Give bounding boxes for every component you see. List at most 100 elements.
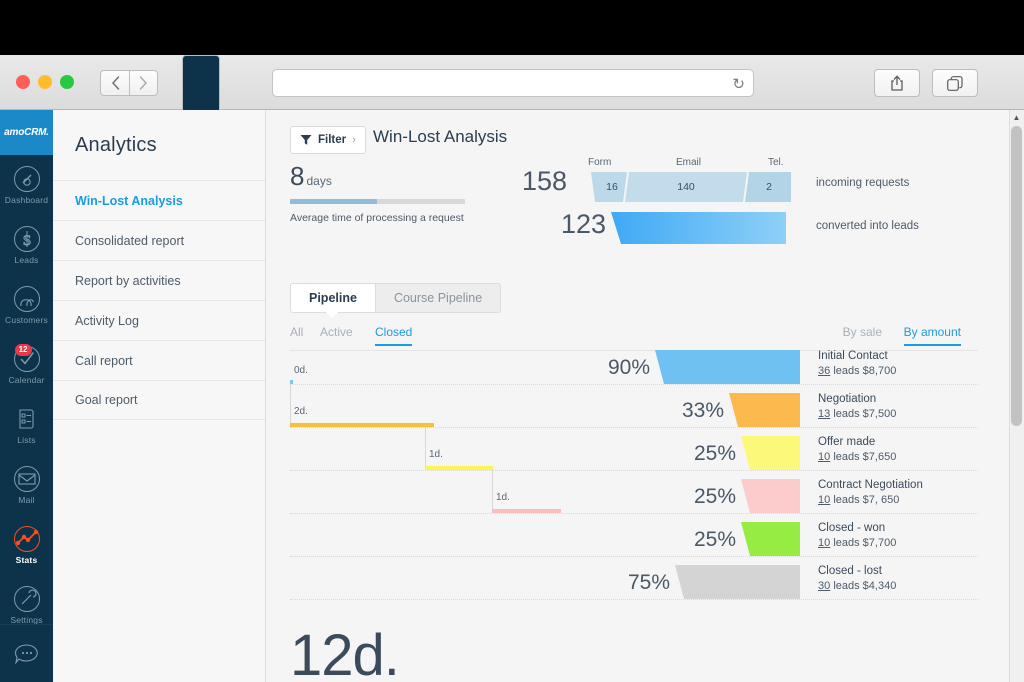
source-value-tel: 2 <box>766 181 772 193</box>
analytics-panel: Analytics Win-Lost Analysis Consolidated… <box>53 110 266 682</box>
stage-leads: 10 <box>818 451 831 463</box>
funnel-icon <box>300 135 312 145</box>
sidebar-item-label: Lists <box>17 434 36 445</box>
sidebar-item-label: Dashboard <box>4 194 49 205</box>
stage-name: Closed - won <box>818 522 886 534</box>
avg-processing-progress-fill <box>290 199 377 204</box>
stage-info: Offer made 10 leads $7,650 <box>818 436 896 463</box>
chat-button[interactable] <box>0 624 53 682</box>
chevron-right-icon <box>139 76 147 90</box>
filter-closed[interactable]: Closed <box>375 325 413 346</box>
app-sidebar: amoCRM. Dashboard S Leads Customers 12 C… <box>0 110 53 682</box>
share-button[interactable] <box>874 69 920 97</box>
leads-word: leads <box>833 365 860 377</box>
avg-processing-caption: Average time of processing a request <box>290 212 464 224</box>
sidebar-item-label: Settings <box>10 614 43 625</box>
stage-name: Offer made <box>818 436 876 448</box>
stage-name: Initial Contact <box>818 350 888 362</box>
page-content: amoCRM. Dashboard S Leads Customers 12 C… <box>0 110 1024 682</box>
incoming-requests-label: incoming requests <box>816 177 910 189</box>
sidebar-item-dashboard[interactable]: Dashboard <box>0 155 53 215</box>
page-title: Win-Lost Analysis <box>373 127 508 146</box>
sidebar-item-label: Calendar <box>8 374 45 385</box>
tab-course-pipeline[interactable]: Course Pipeline <box>375 283 502 313</box>
close-window-button[interactable] <box>16 75 30 89</box>
chart-icon <box>13 525 40 552</box>
stage-bar <box>675 565 800 599</box>
logo-text: amoCRM. <box>4 127 49 138</box>
funnel-stage-offer-made[interactable]: 25% Offer made 10 leads $7,650 <box>266 436 996 480</box>
envelope-icon <box>13 465 40 492</box>
amocrm-logo[interactable]: amoCRM. <box>0 110 53 155</box>
vertical-scrollbar-thumb[interactable] <box>1011 126 1022 426</box>
avg-processing-value: 8 days <box>290 161 332 192</box>
minimize-window-button[interactable] <box>38 75 52 89</box>
address-bar[interactable]: ↻ <box>272 69 754 97</box>
funnel-stage-contract-negotiation[interactable]: 25% Contract Negotiation 10 leads $7, 65… <box>266 479 996 523</box>
leads-word: leads <box>833 537 860 549</box>
report-item-report-by-activities[interactable]: Report by activities <box>53 260 265 300</box>
back-button[interactable] <box>100 70 129 96</box>
avg-lead-lifecycle-value: 12d. <box>290 623 400 682</box>
show-tabs-button[interactable] <box>932 69 978 97</box>
sidebar-item-stats[interactable]: Stats <box>0 515 53 575</box>
source-label-tel: Tel. <box>768 157 784 168</box>
converted-leads-total: 123 <box>561 209 607 239</box>
stage-info: Contract Negotiation 10 leads $7, 650 <box>818 479 923 506</box>
reload-icon[interactable]: ↻ <box>732 75 745 93</box>
filter-all[interactable]: All <box>290 325 303 339</box>
stage-amount: $7,500 <box>862 408 897 420</box>
stage-info: Closed - won 10 leads $7,700 <box>818 522 896 549</box>
sidebar-item-mail[interactable]: Mail <box>0 455 53 515</box>
kpi-section: 8 days Average time of processing a reque… <box>266 155 996 255</box>
wrench-icon <box>13 585 40 612</box>
stage-info: Negotiation 13 leads $7,500 <box>818 393 896 420</box>
stage-amount: $7,650 <box>862 451 897 463</box>
report-item-goal-report[interactable]: Goal report <box>53 380 265 420</box>
sort-by-sale[interactable]: By sale <box>843 325 882 339</box>
sidebar-item-calendar[interactable]: 12 Calendar <box>0 335 53 395</box>
vertical-scrollbar-track[interactable]: ▲ <box>1009 110 1024 682</box>
pipeline-tabs: Pipeline Course Pipeline <box>290 283 502 313</box>
stage-amount: $4,340 <box>862 580 897 592</box>
funnel-stage-negotiation[interactable]: 33% Negotiation 13 leads $7,500 <box>266 393 996 437</box>
incoming-requests-total: 158 <box>522 166 568 196</box>
maximize-window-button[interactable] <box>60 75 74 89</box>
chevron-left-icon <box>111 76 119 90</box>
source-label-email: Email <box>676 157 702 168</box>
stage-metrics: 30 leads $4,340 <box>818 580 896 592</box>
sidebar-item-label: Mail <box>18 494 35 505</box>
stage-amount: $8,700 <box>862 365 897 377</box>
report-item-win-lost-analysis[interactable]: Win-Lost Analysis <box>53 180 265 220</box>
sidebar-item-leads[interactable]: S Leads <box>0 215 53 275</box>
stage-name: Contract Negotiation <box>818 479 923 491</box>
source-labels: Form Email Tel. <box>588 157 788 171</box>
check-circle-icon: 12 <box>13 343 40 372</box>
tab-pipeline[interactable]: Pipeline <box>290 283 376 313</box>
stage-percent: 25% <box>693 485 736 508</box>
sidebar-item-lists[interactable]: Lists <box>0 395 53 455</box>
stage-metrics: 10 leads $7, 650 <box>818 494 923 506</box>
url-input[interactable] <box>273 70 753 96</box>
scroll-up-arrow-icon[interactable]: ▲ <box>1009 110 1024 124</box>
sidebar-item-customers[interactable]: Customers <box>0 275 53 335</box>
report-item-consolidated-report[interactable]: Consolidated report <box>53 220 265 260</box>
leads-word: leads <box>833 494 860 506</box>
report-item-call-report[interactable]: Call report <box>53 340 265 380</box>
filter-active[interactable]: Active <box>320 325 353 339</box>
forward-button[interactable] <box>129 70 158 96</box>
stage-percent: 25% <box>693 442 736 465</box>
funnel-stage-initial-contact[interactable]: 90% Initial Contact 36 leads $8,700 <box>266 350 996 394</box>
report-item-activity-log[interactable]: Activity Log <box>53 300 265 340</box>
source-label-form: Form <box>588 157 612 168</box>
stage-percent: 75% <box>627 571 670 594</box>
sidebar-item-label: Stats <box>15 554 38 565</box>
filter-button[interactable]: Filter › <box>290 126 366 154</box>
funnel-stage-closed-won[interactable]: 25% Closed - won 10 leads $7,700 <box>266 522 996 566</box>
stage-percent: 25% <box>693 528 736 551</box>
avg-processing-unit: days <box>306 174 332 188</box>
sort-by-amount[interactable]: By amount <box>903 325 961 346</box>
stage-leads: 36 <box>818 365 831 377</box>
converted-leads-label: converted into leads <box>816 220 919 232</box>
funnel-stage-closed-lost[interactable]: 75% Closed - lost 30 leads $4,340 <box>266 565 996 609</box>
